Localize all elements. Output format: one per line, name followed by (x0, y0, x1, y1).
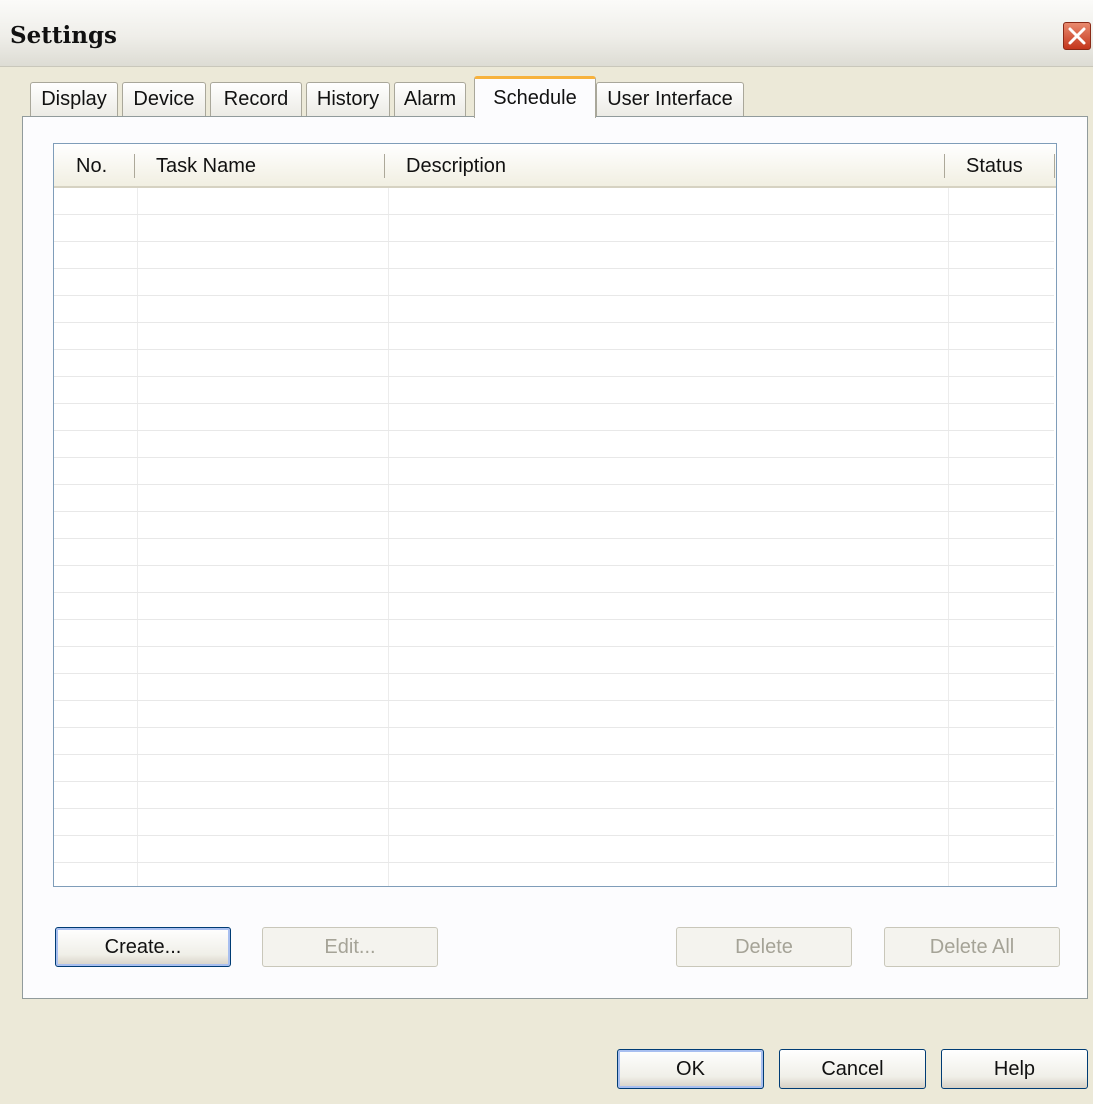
tab-user-interface[interactable]: User Interface (596, 82, 744, 116)
table-row (54, 188, 1054, 215)
table-row (54, 404, 1054, 431)
column-separator[interactable] (944, 154, 945, 178)
column-separator[interactable] (1054, 154, 1055, 178)
table-row (54, 755, 1054, 782)
column-header-task-name[interactable]: Task Name (156, 144, 256, 186)
tab-record[interactable]: Record (210, 82, 302, 116)
column-separator[interactable] (134, 154, 135, 178)
column-header-no[interactable]: No. (76, 144, 107, 186)
column-header-status[interactable]: Status (966, 144, 1023, 186)
tab-strip: Display Device Record History Alarm Sche… (30, 76, 1090, 121)
table-row (54, 377, 1054, 404)
schedule-panel: No. Task Name Description Status Create.… (22, 116, 1088, 999)
table-row (54, 215, 1054, 242)
table-row (54, 323, 1054, 350)
help-button[interactable]: Help (941, 1049, 1088, 1089)
table-row (54, 593, 1054, 620)
ok-button[interactable]: OK (617, 1049, 764, 1089)
tab-device[interactable]: Device (122, 82, 206, 116)
table-row (54, 512, 1054, 539)
list-rows (54, 188, 1056, 886)
table-row (54, 566, 1054, 593)
table-row (54, 782, 1054, 809)
close-icon (1068, 27, 1086, 45)
table-row (54, 674, 1054, 701)
delete-button[interactable]: Delete (676, 927, 852, 967)
tab-schedule[interactable]: Schedule (474, 76, 596, 118)
tab-history[interactable]: History (306, 82, 390, 116)
table-row (54, 242, 1054, 269)
table-row (54, 296, 1054, 323)
create-button[interactable]: Create... (55, 927, 231, 967)
table-row (54, 728, 1054, 755)
table-row (54, 620, 1054, 647)
list-header: No. Task Name Description Status (54, 144, 1056, 188)
column-header-description[interactable]: Description (406, 144, 506, 186)
table-row (54, 485, 1054, 512)
tab-display[interactable]: Display (30, 82, 118, 116)
table-row (54, 539, 1054, 566)
window-title: Settings (10, 22, 117, 49)
table-row (54, 863, 1054, 886)
table-row (54, 458, 1054, 485)
edit-button[interactable]: Edit... (262, 927, 438, 967)
table-row (54, 269, 1054, 296)
table-row (54, 701, 1054, 728)
tab-alarm[interactable]: Alarm (394, 82, 466, 116)
table-row (54, 647, 1054, 674)
title-bar: Settings (0, 0, 1093, 67)
column-separator[interactable] (384, 154, 385, 178)
table-row (54, 836, 1054, 863)
delete-all-button[interactable]: Delete All (884, 927, 1060, 967)
cancel-button[interactable]: Cancel (779, 1049, 926, 1089)
table-row (54, 809, 1054, 836)
schedule-task-list[interactable]: No. Task Name Description Status (53, 143, 1057, 887)
table-row (54, 431, 1054, 458)
close-button[interactable] (1063, 22, 1091, 50)
table-row (54, 350, 1054, 377)
